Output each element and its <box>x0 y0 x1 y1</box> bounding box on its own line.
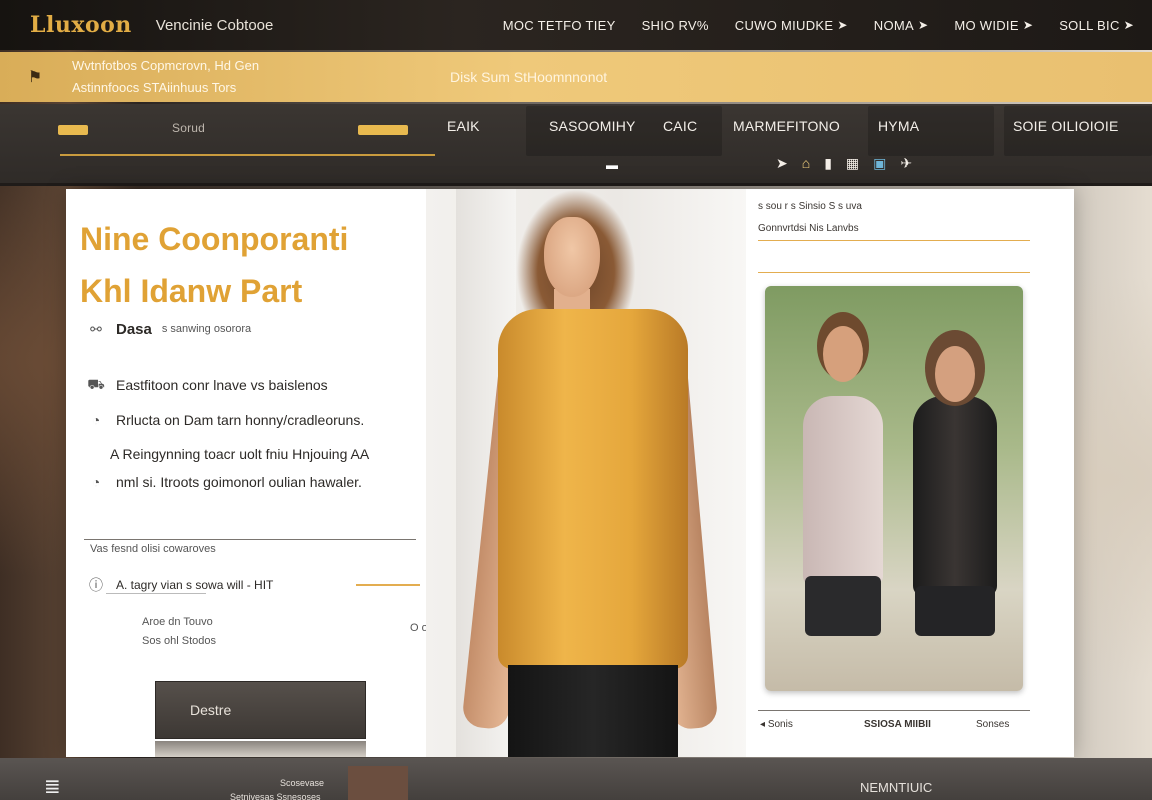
link-icon: ⚯ <box>90 320 102 337</box>
feature-row: ◔ nml si. Itroots goimonorl oulian hawal… <box>86 472 362 492</box>
divider <box>758 272 1030 273</box>
bottom-label[interactable]: NEMNTIUIC <box>860 780 932 795</box>
search-input[interactable]: Sorud <box>172 121 205 135</box>
person-figure <box>803 396 883 586</box>
top-nav: MOC TETFO TIEY SHIO RV% CUWO MIUDKE ➤ NOM… <box>503 18 1134 33</box>
home-icon[interactable]: ⌂ <box>802 155 810 172</box>
bottom-label: Setnivesas Ssnesoses <box>230 792 321 800</box>
slider-track[interactable] <box>356 584 420 586</box>
brand-chip[interactable]: Dasa <box>116 321 152 338</box>
nav-indicator <box>358 125 408 135</box>
bottom-bar <box>0 758 1152 800</box>
arrow-icon: ➤ <box>1123 18 1134 32</box>
slider-label: A. tagry vian s sowa will - HIT <box>116 578 274 592</box>
announcement-strip: ⚑ Wvtnfotbos Copmcrovn, Hd Gen Astinnfoo… <box>0 52 1152 102</box>
arrow-icon: ➤ <box>1022 18 1034 32</box>
arrow-icon: ➤ <box>917 18 929 32</box>
photo-footer-right[interactable]: Sonses <box>976 719 1009 730</box>
meta-line: Sos ohl Stodos <box>142 635 216 647</box>
model-face <box>544 217 600 297</box>
truck-icon: ⛟ <box>87 375 105 392</box>
nav-link[interactable]: HYMA <box>878 118 919 134</box>
bottom-label: Scosevase <box>280 778 325 788</box>
nav-link[interactable]: SASOOMIHY <box>549 118 636 134</box>
hero-title-line: Nine Coonporanti <box>80 221 349 257</box>
cart-icon[interactable]: ✈ <box>900 155 912 172</box>
feature-text: A Reingynning toacr uolt fniu Hnjouing A… <box>110 446 370 462</box>
yellow-tank-top <box>498 309 688 669</box>
arrow-icon: ➤ <box>837 18 848 32</box>
hero-title: Nine Coonporanti Khl Idanw Part <box>80 213 460 317</box>
nav-link[interactable]: EAIK <box>447 118 480 134</box>
photo-footer-center[interactable]: SSIOSA MIIBII <box>864 719 931 730</box>
main-panel: Nine Coonporanti Khl Idanw Part ⚯ Dasa s… <box>66 189 1074 757</box>
photo-icon[interactable]: ▣ <box>873 155 886 172</box>
nav-link[interactable]: SOIE OILIOIOIE <box>1013 118 1119 134</box>
top-nav-item[interactable]: NOMA ➤ <box>874 18 929 33</box>
feature-text: nml si. Itroots goimonorl oulian hawaler… <box>116 474 362 490</box>
right-meta: Gonnvrtdsi Nis Lanvbs <box>758 223 859 234</box>
button-shadow <box>155 741 366 757</box>
bottom-thumbnail[interactable] <box>348 766 408 800</box>
brand-row: ⚯ Dasa s sanwing osorora <box>86 319 251 339</box>
feature-row: A Reingynning toacr uolt fniu Hnjouing A… <box>110 446 369 462</box>
divider <box>758 240 1030 241</box>
brand-subtext: s sanwing osorora <box>161 323 252 335</box>
meta-line: Aroe dn Touvo <box>142 616 213 628</box>
brand-logo[interactable]: Lluxoon <box>30 12 132 38</box>
pointer-icon[interactable]: ➤ <box>776 155 788 172</box>
dash-icon[interactable]: ▬ <box>606 158 618 172</box>
top-nav-item[interactable]: MO WIDIE ➤ <box>954 18 1033 33</box>
circle-icon: ◔ <box>91 474 101 490</box>
person-head <box>935 346 975 402</box>
model-image <box>426 189 746 757</box>
section-label: Vas fesnd olisi cowaroves <box>90 543 216 555</box>
top-nav-item[interactable]: SHIO RV% <box>642 18 709 33</box>
feature-text: Rrlucta on Dam tarn honny/cradleoruns. <box>116 412 365 428</box>
black-leggings <box>508 665 678 757</box>
grid-icon[interactable]: ▦ <box>846 155 859 172</box>
announcement-text: Wvtnfotbos Copmcrovn, Hd Gen Astinnfoocs… <box>72 55 259 99</box>
person-figure <box>913 396 997 596</box>
slider-subtrack <box>106 593 206 594</box>
feature-row: ⛟ Eastfitoon conr lnave vs baislenos <box>86 375 328 395</box>
divider <box>758 710 1030 711</box>
right-column: s sou r s Sinsio S s uva Gonnvrtdsi Nis … <box>750 189 1050 757</box>
slider-row: ⓘ A. tagry vian s sowa will - HIT <box>86 575 273 595</box>
feature-row: ◔ Rrlucta on Dam tarn honny/cradleoruns. <box>86 410 364 430</box>
feature-text: Eastfitoon conr lnave vs baislenos <box>116 377 328 393</box>
brand-tagline: Vencinie Cobtooe <box>155 16 274 34</box>
photo-footer-left: ◂ Sonis <box>760 719 793 730</box>
announcement-line: Wvtnfotbos Copmcrovn, Hd Gen <box>72 58 260 73</box>
info-icon: ⓘ <box>89 577 103 593</box>
user-icon[interactable]: ▮ <box>824 155 832 172</box>
nav-icon-group: ➤ ⌂ ▮ ▦ ▣ ✈ <box>776 155 912 172</box>
top-nav-item[interactable]: SOLL BIC ➤ <box>1059 18 1134 33</box>
tag-icon: ◂ <box>760 719 768 730</box>
announcement-line: Astinnfoocs STAiinhuus Tors <box>72 80 237 95</box>
right-meta: s sou r s Sinsio S s uva <box>758 201 862 212</box>
person-legs <box>805 576 881 636</box>
top-nav-item[interactable]: CUWO MIUDKE ➤ <box>735 18 848 33</box>
nav-indicator <box>58 125 88 135</box>
nav-link[interactable]: CAIC <box>663 118 697 134</box>
circle-icon: ◔ <box>91 412 101 428</box>
search-underline <box>60 154 435 156</box>
divider <box>84 539 416 540</box>
announcement-center: Disk Sum StHoomnnonot <box>450 69 608 85</box>
person-head <box>823 326 863 382</box>
top-nav-item[interactable]: MOC TETFO TIEY <box>503 18 616 33</box>
person-legs <box>915 586 995 636</box>
top-bar: Lluxoon Vencinie Cobtooe MOC TETFO TIEY … <box>0 0 1152 50</box>
desire-button[interactable]: Destre <box>155 681 366 739</box>
desire-button-label: Destre <box>190 702 232 718</box>
flag-icon[interactable]: ⚑ <box>24 67 46 87</box>
stack-icon[interactable]: ≣ <box>44 774 61 799</box>
hero-title-line: Khl Idanw Part <box>80 273 303 309</box>
nav-link[interactable]: MARMEFITONO <box>733 118 840 134</box>
lifestyle-photo[interactable] <box>765 286 1023 691</box>
